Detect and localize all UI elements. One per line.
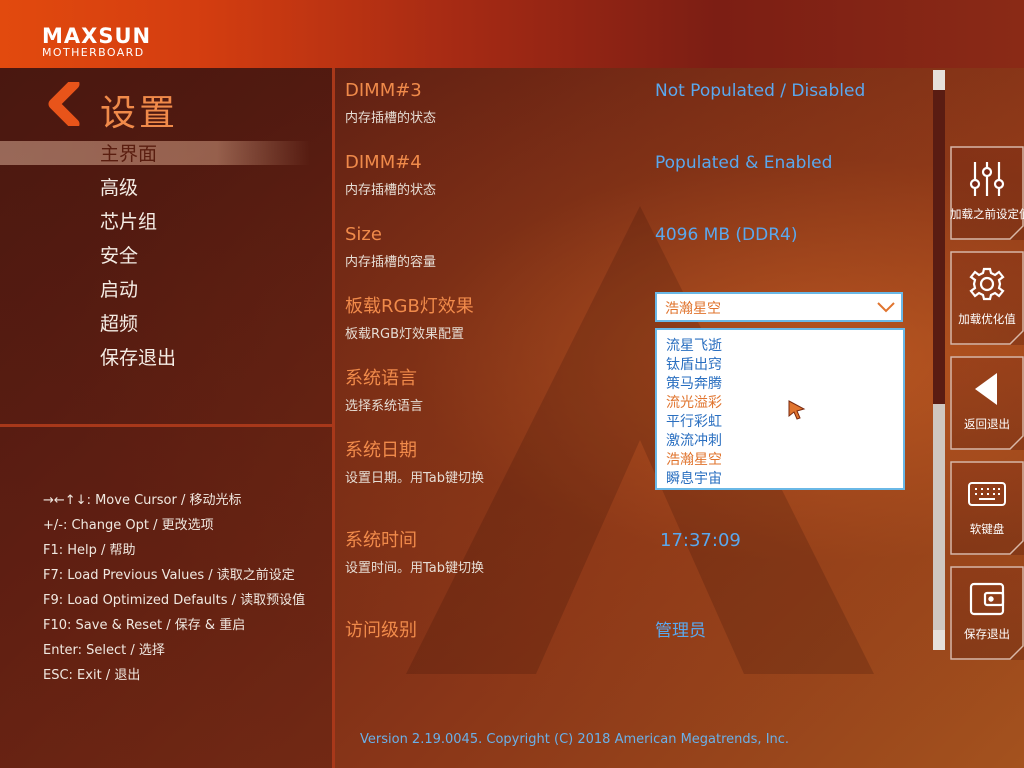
mouse-cursor-icon <box>788 400 806 420</box>
dropdown-option[interactable]: 浩瀚星空 <box>657 451 903 470</box>
menu-item-label: 高级 <box>100 177 139 199</box>
button-label: 软键盘 <box>969 522 1005 536</box>
soft-keyboard-button[interactable]: 软键盘 <box>950 461 1024 555</box>
menu-item-label: 超频 <box>100 313 139 335</box>
help-line: →←↑↓: Move Cursor / 移动光标 <box>43 493 242 508</box>
wallet-icon <box>969 582 1005 616</box>
sliders-icon <box>969 162 1005 196</box>
menu-item-label: 主界面 <box>100 143 158 165</box>
menu-item-overclock[interactable]: 超频 <box>0 310 332 344</box>
setting-value: 17:37:09 <box>660 530 741 551</box>
setting-desc: 内存插槽的容量 <box>345 255 437 270</box>
main-menu: 主界面 高级 芯片组 安全 启动 超频 保存退出 <box>0 140 332 378</box>
button-label: 返回退出 <box>964 417 1010 431</box>
help-line: F7: Load Previous Values / 读取之前设定 <box>43 568 295 583</box>
button-label: 加载之前设定值 <box>950 207 1024 221</box>
help-line: ESC: Exit / 退出 <box>43 668 141 683</box>
menu-item-security[interactable]: 安全 <box>0 242 332 276</box>
brand-name: MAXSUN <box>42 24 152 48</box>
menu-item-boot[interactable]: 启动 <box>0 276 332 310</box>
setting-label: 访问级别 <box>345 620 417 641</box>
help-line: +/-: Change Opt / 更改选项 <box>43 518 214 533</box>
save-exit-button[interactable]: 保存退出 <box>950 566 1024 660</box>
back-exit-button[interactable]: 返回退出 <box>950 356 1024 450</box>
setting-row-dimm4[interactable]: DIMM#4 内存插槽的状态 Populated & Enabled <box>345 152 935 200</box>
dropdown-option[interactable]: 策马奔腾 <box>657 375 903 394</box>
dropdown-option[interactable]: 钛盾出窍 <box>657 356 903 375</box>
setting-value: Populated & Enabled <box>655 153 833 173</box>
load-previous-button[interactable]: 加载之前设定值 <box>950 146 1024 240</box>
setting-desc: 内存插槽的状态 <box>345 111 437 126</box>
scrollbar-down[interactable] <box>933 630 945 650</box>
menu-item-label: 保存退出 <box>100 347 177 369</box>
rgb-effect-dropdown: 流星飞逝 钛盾出窍 策马奔腾 流光溢彩 平行彩虹 激流冲刺 浩瀚星空 瞬息宇宙 <box>655 328 905 490</box>
setting-row-size[interactable]: Size 内存插槽的容量 4096 MB (DDR4) <box>345 224 935 272</box>
keyboard-icon <box>968 482 1006 506</box>
back-triangle-icon <box>975 373 997 405</box>
chevron-down-icon <box>877 302 895 313</box>
menu-item-label: 启动 <box>100 279 139 301</box>
setting-value: 4096 MB (DDR4) <box>655 225 798 245</box>
scrollbar-thumb[interactable] <box>933 90 945 404</box>
menu-item-label: 安全 <box>100 245 139 267</box>
button-label: 保存退出 <box>964 627 1010 641</box>
select-value: 浩瀚星空 <box>665 301 721 317</box>
setting-desc: 内存插槽的状态 <box>345 183 437 198</box>
dropdown-option[interactable]: 瞬息宇宙 <box>657 470 903 489</box>
menu-item-advanced[interactable]: 高级 <box>0 174 332 208</box>
back-arrow-icon[interactable] <box>44 82 88 126</box>
top-header: MAXSUN MOTHERBOARD <box>0 0 1024 68</box>
help-line: F9: Load Optimized Defaults / 读取预设值 <box>43 593 306 608</box>
key-help: →←↑↓: Move Cursor / 移动光标 +/-: Change Opt… <box>43 488 305 688</box>
setting-row-access-level[interactable]: 访问级别 管理员 <box>345 620 935 642</box>
load-optimized-button[interactable]: 加载优化值 <box>950 251 1024 345</box>
help-line: F10: Save & Reset / 保存 & 重启 <box>43 618 246 633</box>
menu-item-save-exit[interactable]: 保存退出 <box>0 344 332 378</box>
rgb-effect-select[interactable]: 浩瀚星空 <box>655 292 903 322</box>
gear-icon <box>969 267 1005 301</box>
setting-label: Size <box>345 224 382 245</box>
horizontal-divider <box>0 424 332 427</box>
setting-row-time[interactable]: 系统时间 设置时间。用Tab键切换 17:37:09 <box>345 530 935 578</box>
brand-subtitle: MOTHERBOARD <box>42 46 145 59</box>
menu-item-chipset[interactable]: 芯片组 <box>0 208 332 242</box>
dropdown-option[interactable]: 流光溢彩 <box>657 394 903 413</box>
setting-value: 管理员 <box>655 621 706 641</box>
setting-label: DIMM#4 <box>345 152 422 173</box>
help-line: F1: Help / 帮助 <box>43 543 136 558</box>
button-label: 加载优化值 <box>958 312 1016 326</box>
menu-item-label: 芯片组 <box>100 211 158 233</box>
dropdown-option[interactable]: 平行彩虹 <box>657 413 903 432</box>
setting-desc: 设置时间。用Tab键切换 <box>345 561 485 576</box>
menu-item-main[interactable]: 主界面 <box>0 140 332 174</box>
vertical-divider <box>332 68 335 768</box>
help-line: Enter: Select / 选择 <box>43 643 165 658</box>
dropdown-option[interactable]: 激流冲刺 <box>657 432 903 451</box>
version-text: Version 2.19.0045. Copyright (C) 2018 Am… <box>360 732 790 747</box>
dropdown-option[interactable]: 流星飞逝 <box>657 337 903 356</box>
page-title: 设置 <box>100 93 179 134</box>
setting-label: 系统时间 <box>345 530 417 551</box>
maxsun-logo: MAXSUN MOTHERBOARD <box>42 24 152 60</box>
scrollbar-up[interactable] <box>933 70 945 90</box>
setting-row-dimm3[interactable]: DIMM#3 内存插槽的状态 Not Populated / Disabled <box>345 80 935 128</box>
setting-value: Not Populated / Disabled <box>655 81 866 101</box>
